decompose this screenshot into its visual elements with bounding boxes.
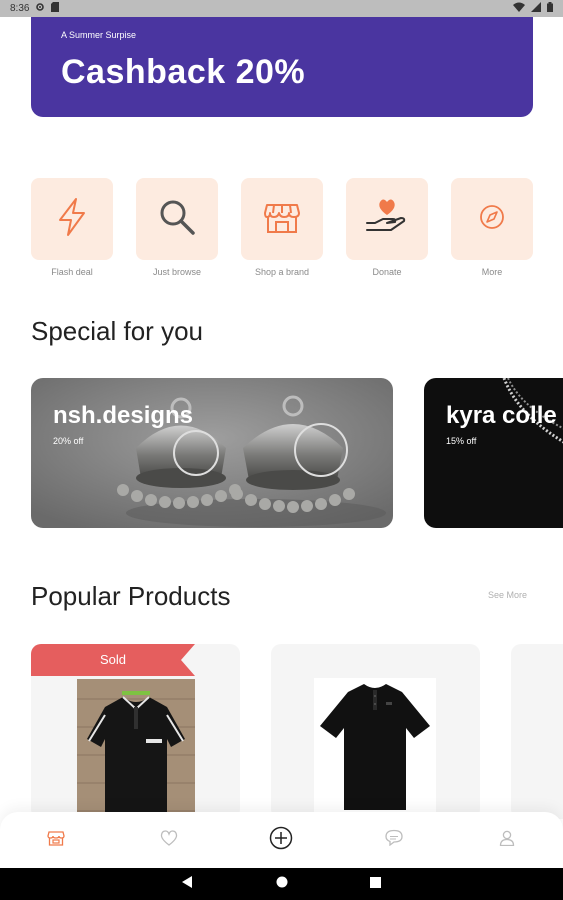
product-card[interactable] <box>271 644 480 819</box>
status-bar-left: 8:36 <box>10 2 60 15</box>
bottom-navigation <box>0 812 563 868</box>
special-shop-name: kyra colle <box>446 402 557 429</box>
category-just-browse[interactable]: Just browse <box>136 178 218 277</box>
home-circle-icon <box>276 875 288 893</box>
category-row: Flash deal Just browse Shop a brand Dona… <box>31 178 533 277</box>
nav-add[interactable] <box>261 820 301 860</box>
special-shop-name: nsh.designs <box>53 402 194 429</box>
polo-shirt-photo <box>314 678 436 819</box>
profile-icon <box>499 830 515 851</box>
category-tile <box>241 178 323 260</box>
cashback-banner[interactable]: A Summer Surpise Cashback 20% <box>31 17 533 117</box>
store-icon <box>47 829 65 852</box>
status-bar-right <box>513 2 553 15</box>
section-title-popular: Popular Products <box>31 581 231 611</box>
category-tile <box>451 178 533 260</box>
category-tile <box>136 178 218 260</box>
heart-icon <box>160 829 178 851</box>
store-icon <box>262 197 302 242</box>
search-icon <box>157 197 197 242</box>
necklace-photo <box>424 378 563 528</box>
category-label: Flash deal <box>51 267 93 277</box>
product-card[interactable]: Sold <box>31 644 240 819</box>
category-label: Just browse <box>152 267 202 277</box>
recents-button[interactable] <box>364 872 388 896</box>
home-button[interactable] <box>270 872 294 896</box>
back-triangle-icon <box>181 875 194 893</box>
category-label: Donate <box>372 267 402 277</box>
category-shop-a-brand[interactable]: Shop a brand <box>241 178 323 277</box>
category-tile <box>346 178 428 260</box>
special-offer: 15% off <box>446 436 477 446</box>
donate-hand-heart-icon <box>365 197 409 242</box>
section-title-special: Special for you <box>31 316 203 346</box>
chat-icon <box>385 829 403 851</box>
category-more[interactable]: More <box>451 178 533 277</box>
battery-icon <box>547 2 553 15</box>
banner-subtitle: A Summer Surpise <box>61 30 137 40</box>
sold-label: Sold <box>99 652 127 667</box>
category-label: More <box>481 267 503 277</box>
category-tile <box>31 178 113 260</box>
system-navigation-bar <box>0 868 563 900</box>
recents-square-icon <box>370 875 381 893</box>
signal-icon <box>531 2 541 15</box>
product-card[interactable] <box>511 644 563 819</box>
sim-card-icon <box>51 2 60 15</box>
settings-icon <box>35 2 45 15</box>
special-offer: 20% off <box>53 436 84 446</box>
category-label: Shop a brand <box>254 267 310 277</box>
compass-icon <box>477 202 507 237</box>
polo-shirt-photo <box>77 679 195 819</box>
wifi-icon <box>513 2 525 15</box>
banner-title: Cashback 20% <box>61 53 306 91</box>
flash-icon <box>54 197 90 242</box>
back-button[interactable] <box>176 872 200 896</box>
nav-chat[interactable] <box>374 820 414 860</box>
jhumka-earrings-photo <box>31 378 393 528</box>
special-card[interactable]: kyra colle 15% off <box>424 378 563 528</box>
see-more-link[interactable]: See More <box>488 590 527 600</box>
special-card[interactable]: nsh.designs 20% off <box>31 378 393 528</box>
status-time: 8:36 <box>10 3 30 14</box>
category-donate[interactable]: Donate <box>346 178 428 277</box>
nav-store[interactable] <box>36 820 76 860</box>
nav-profile[interactable] <box>487 820 527 860</box>
add-circle-icon <box>269 826 293 855</box>
nav-favorites[interactable] <box>149 820 189 860</box>
status-bar: 8:36 <box>0 0 563 17</box>
category-flash-deal[interactable]: Flash deal <box>31 178 113 277</box>
